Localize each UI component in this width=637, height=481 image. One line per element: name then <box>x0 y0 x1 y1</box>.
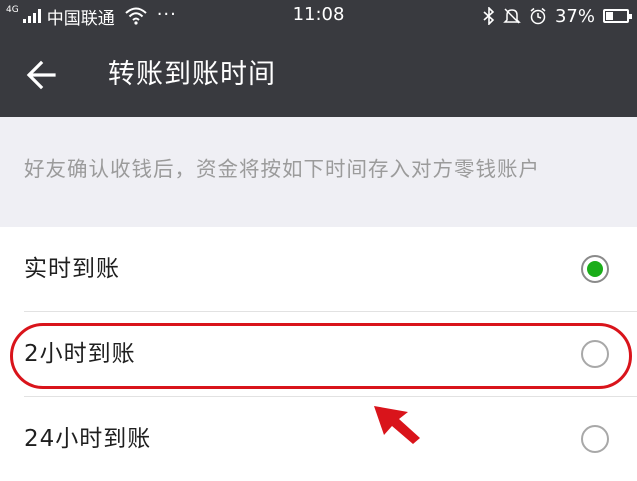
back-button[interactable] <box>22 55 62 95</box>
alarm-icon <box>530 7 546 25</box>
status-right: 37% <box>483 4 632 28</box>
back-arrow-icon <box>26 60 56 90</box>
battery-icon <box>603 9 632 23</box>
title-bar: 转账到账时间 <box>0 31 637 117</box>
description-text: 好友确认收钱后，资金将按如下时间存入对方零钱账户 <box>0 117 637 227</box>
radio-selected-icon[interactable] <box>581 255 609 283</box>
page-title: 转账到账时间 <box>108 59 276 90</box>
bluetooth-icon <box>483 7 495 25</box>
status-bar: 4G 中国联通 ··· 11:08 37% <box>0 0 637 31</box>
option-2-hours[interactable]: 2小时到账 <box>0 312 637 396</box>
screen: 4G 中国联通 ··· 11:08 37% 转账到账时间 好友确认收钱后，资金将… <box>0 0 637 481</box>
radio-unselected-icon[interactable] <box>581 425 609 453</box>
mute-icon <box>503 8 521 24</box>
battery-level <box>606 12 613 20</box>
radio-unselected-icon[interactable] <box>581 340 609 368</box>
arrival-time-options: 实时到账 2小时到账 24小时到账 <box>0 227 637 481</box>
option-label: 2小时到账 <box>24 341 136 367</box>
option-label: 实时到账 <box>24 256 120 282</box>
option-label: 24小时到账 <box>24 426 152 452</box>
option-realtime[interactable]: 实时到账 <box>0 227 637 311</box>
battery-percent: 37% <box>554 5 595 27</box>
option-24-hours[interactable]: 24小时到账 <box>0 397 637 481</box>
